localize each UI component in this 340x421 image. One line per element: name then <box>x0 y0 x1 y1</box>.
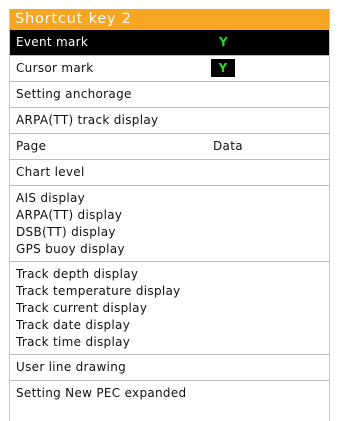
menu-item-label: ARPA(TT) display <box>16 208 123 222</box>
shortcut-key-panel: Shortcut key 2 Event mark Y Cursor mark … <box>9 9 330 421</box>
menu-item-chart-level[interactable]: Chart level <box>10 160 329 185</box>
menu-item-track-time-display[interactable]: Track time display <box>10 334 329 351</box>
menu-item-label: Track time display <box>16 335 131 349</box>
menu-item-label: AIS display <box>16 191 86 205</box>
menu-item-label: GPS buoy display <box>16 242 125 256</box>
menu-item-label: DSB(TT) display <box>16 225 116 239</box>
menu-item-label: Page <box>16 139 47 153</box>
menu-group-setting-anchorage: Setting anchorage <box>10 82 329 108</box>
menu-group-event-mark: Event mark Y <box>10 30 329 56</box>
menu-item-track-depth-display[interactable]: Track depth display <box>10 266 329 283</box>
menu-item-event-mark[interactable]: Event mark Y <box>10 30 329 55</box>
check-mark-icon: Y <box>219 35 228 49</box>
menu-item-label: Track current display <box>16 301 148 315</box>
menu-item-label: Setting New PEC expanded <box>16 386 187 400</box>
menu-item-track-temperature-display[interactable]: Track temperature display <box>10 283 329 300</box>
menu-group-cursor-mark: Cursor mark Y <box>10 56 329 82</box>
menu-item-user-line-drawing[interactable]: User line drawing <box>10 355 329 380</box>
menu-item-label: Setting anchorage <box>16 87 132 101</box>
menu-item-dsb-display[interactable]: DSB(TT) display <box>10 224 329 241</box>
menu-item-label: Track date display <box>16 318 131 332</box>
checkbox-checked-icon[interactable]: Y <box>211 59 235 77</box>
menu-item-label: Track depth display <box>16 267 139 281</box>
menu-group-setting-new-pec: Setting New PEC expanded <box>10 381 329 406</box>
menu-item-track-current-display[interactable]: Track current display <box>10 300 329 317</box>
menu-item-label: Cursor mark <box>16 61 94 75</box>
menu-item-page[interactable]: Page Data <box>10 134 329 159</box>
menu-item-label: ARPA(TT) track display <box>16 113 159 127</box>
menu-item-label: User line drawing <box>16 360 127 374</box>
menu-item-track-date-display[interactable]: Track date display <box>10 317 329 334</box>
menu-item-gps-buoy-display[interactable]: GPS buoy display <box>10 241 329 258</box>
menu-item-arpa-display[interactable]: ARPA(TT) display <box>10 207 329 224</box>
menu-group-arpa-track-display: ARPA(TT) track display <box>10 108 329 134</box>
menu-item-setting-new-pec-expanded[interactable]: Setting New PEC expanded <box>10 381 329 406</box>
menu-group-target-display: AIS display ARPA(TT) display DSB(TT) dis… <box>10 186 329 262</box>
menu-item-cursor-mark[interactable]: Cursor mark Y <box>10 56 329 81</box>
menu-group-chart-level: Chart level <box>10 160 329 186</box>
menu-item-label: Track temperature display <box>16 284 181 298</box>
menu-item-arpa-track-display[interactable]: ARPA(TT) track display <box>10 108 329 133</box>
menu-group-user-line-drawing: User line drawing <box>10 355 329 381</box>
menu-group-track-display: Track depth display Track temperature di… <box>10 262 329 355</box>
panel-title: Shortcut key 2 <box>10 9 329 30</box>
shortcut-menu: Event mark Y Cursor mark Y Setting ancho… <box>10 30 329 406</box>
menu-group-page: Page Data <box>10 134 329 160</box>
menu-item-label: Chart level <box>16 165 85 179</box>
menu-item-setting-anchorage[interactable]: Setting anchorage <box>10 82 329 107</box>
menu-item-ais-display[interactable]: AIS display <box>10 190 329 207</box>
page-value: Data <box>213 139 243 153</box>
menu-item-label: Event mark <box>16 35 89 49</box>
